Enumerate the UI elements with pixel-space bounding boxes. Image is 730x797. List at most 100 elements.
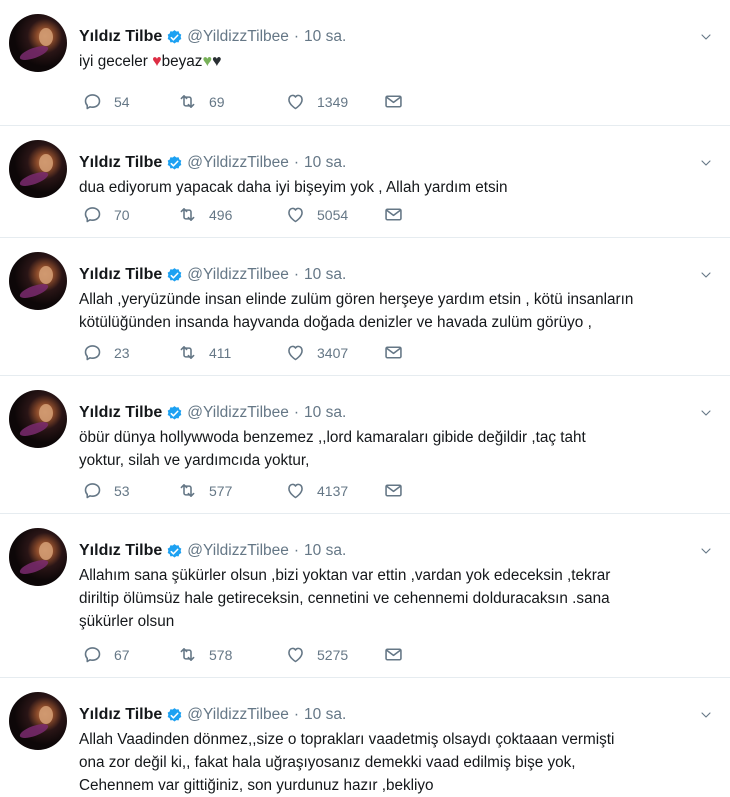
tweet-header: Yıldız Tilbe @YildizzTilbee · 10 sa. (79, 153, 346, 173)
black-heart-icon: ♥ (211, 53, 222, 70)
verified-badge-icon (166, 405, 183, 422)
tweet-text: dua ediyorum yapacak daha iyi bişeyim yo… (79, 176, 719, 199)
author-name[interactable]: Yıldız Tilbe (79, 404, 162, 422)
reply-icon (84, 647, 101, 663)
likes-count: 5054 (317, 206, 349, 223)
more-options-button[interactable] (698, 544, 714, 556)
tweet[interactable]: Yıldız Tilbe @YildizzTilbee · 10 sa. Allah V… (0, 678, 730, 795)
reply-button[interactable]: 70 (82, 204, 130, 225)
separator-dot: · (293, 706, 300, 723)
retweet-button[interactable]: 577 (177, 480, 232, 501)
direct-message-button[interactable] (383, 91, 404, 112)
tweet-text-line: Cehennem var gittiğiniz, son yurdunuz ha… (79, 777, 434, 794)
separator-dot: · (293, 404, 300, 421)
tweet-actions: 70 496 5054 (82, 204, 422, 226)
like-button[interactable]: 5275 (285, 644, 348, 665)
more-options-button[interactable] (698, 406, 714, 418)
retweet-button[interactable]: 578 (177, 644, 232, 665)
heart-icon (288, 345, 303, 361)
avatar[interactable] (9, 140, 67, 198)
timestamp[interactable]: 10 sa. (304, 706, 346, 724)
likes-count: 3407 (317, 344, 349, 361)
separator-dot: · (293, 28, 300, 45)
retweet-button[interactable]: 496 (177, 204, 232, 225)
author-handle[interactable]: @YildizzTilbee (187, 542, 289, 560)
tweet-actions: 53 577 4137 (82, 480, 422, 502)
like-button[interactable]: 3407 (285, 342, 348, 363)
like-button[interactable]: 5054 (285, 204, 348, 225)
reply-button[interactable]: 23 (82, 342, 130, 363)
reply-icon (84, 207, 101, 223)
tweet-text: iyi geceler ♥beyaz♥♥ (79, 50, 719, 73)
envelope-icon (385, 648, 402, 661)
tweet[interactable]: Yıldız Tilbe @YildizzTilbee · 10 sa. öbür dü… (0, 376, 730, 514)
tweet-text-line: iyi geceler ♥beyaz♥♥ (79, 50, 719, 73)
envelope-icon (385, 95, 402, 108)
retweet-button[interactable]: 411 (177, 342, 231, 363)
direct-message-button[interactable] (383, 204, 404, 225)
tweet-actions: 67 578 5275 (82, 644, 422, 666)
tweet-text-line: dua ediyorum yapacak daha iyi bişeyim yo… (79, 179, 508, 196)
avatar[interactable] (9, 252, 67, 310)
heart-icon (288, 647, 303, 663)
timestamp[interactable]: 10 sa. (304, 542, 346, 560)
more-options-button[interactable] (698, 156, 714, 168)
tweet[interactable]: Yıldız Tilbe @YildizzTilbee · 10 sa. dua edi… (0, 126, 730, 238)
author-handle[interactable]: @YildizzTilbee (187, 154, 289, 172)
author-name[interactable]: Yıldız Tilbe (79, 28, 162, 46)
direct-message-button[interactable] (383, 342, 404, 363)
author-handle[interactable]: @YildizzTilbee (187, 706, 289, 724)
like-button[interactable]: 4137 (285, 480, 348, 501)
envelope-icon (385, 484, 402, 497)
timestamp[interactable]: 10 sa. (304, 404, 346, 422)
more-options-button[interactable] (698, 30, 714, 42)
tweet[interactable]: Yıldız Tilbe @YildizzTilbee · 10 sa. iyi gec… (0, 0, 730, 126)
tweet-header: Yıldız Tilbe @YildizzTilbee · 10 sa. (79, 541, 346, 561)
direct-message-button[interactable] (383, 644, 404, 665)
verified-badge-icon (167, 29, 182, 44)
avatar[interactable] (9, 692, 67, 750)
retweets-count: 577 (209, 482, 233, 499)
author-name[interactable]: Yıldız Tilbe (79, 706, 162, 724)
separator-dot: · (293, 266, 300, 283)
author-name[interactable]: Yıldız Tilbe (79, 266, 162, 284)
verified-badge-icon (167, 707, 182, 722)
more-options-button[interactable] (698, 708, 714, 720)
author-handle[interactable]: @YildizzTilbee (187, 404, 289, 422)
tweet[interactable]: Yıldız Tilbe @YildizzTilbee · 10 sa. Allah ,… (0, 238, 730, 376)
reply-button[interactable]: 54 (82, 91, 130, 112)
tweet-text-line: ona zor değil ki,, fakat hala uğraşıyosa… (79, 754, 576, 771)
tweet-text-segment: beyaz (161, 53, 203, 70)
retweet-button[interactable]: 69 (177, 91, 225, 112)
verified-badge-icon (167, 543, 182, 558)
author-name[interactable]: Yıldız Tilbe (79, 154, 162, 172)
timestamp[interactable]: 10 sa. (304, 154, 346, 172)
tweet-header: Yıldız Tilbe @YildizzTilbee · 10 sa. (79, 705, 346, 725)
retweet-icon (180, 95, 195, 108)
more-options-button[interactable] (698, 268, 714, 280)
tweet-actions: 23 411 3407 (82, 342, 422, 364)
author-handle[interactable]: @YildizzTilbee (187, 28, 289, 46)
direct-message-button[interactable] (383, 480, 404, 501)
timestamp[interactable]: 10 sa. (304, 28, 346, 46)
like-button[interactable]: 1349 (285, 91, 348, 112)
author-name[interactable]: Yıldız Tilbe (79, 542, 162, 560)
retweet-icon (180, 208, 195, 221)
author-handle[interactable]: @YildizzTilbee (187, 266, 289, 284)
tweet[interactable]: Yıldız Tilbe @YildizzTilbee · 10 sa. Allahım… (0, 514, 730, 678)
timestamp[interactable]: 10 sa. (304, 266, 346, 284)
reply-button[interactable]: 53 (82, 480, 130, 501)
retweets-count: 411 (209, 344, 232, 361)
likes-count: 1349 (317, 93, 349, 110)
verified-badge-icon (166, 707, 183, 724)
envelope-icon (385, 346, 402, 359)
chevron-down-icon (701, 712, 711, 718)
reply-button[interactable]: 67 (82, 644, 130, 665)
avatar[interactable] (9, 14, 67, 72)
retweet-icon (180, 346, 195, 359)
chevron-down-icon (701, 548, 711, 554)
tweet-text-line: öbür dünya hollywwoda benzemez ,,lord ka… (79, 429, 586, 446)
avatar[interactable] (9, 528, 67, 586)
replies-count: 23 (114, 344, 130, 361)
avatar[interactable] (9, 390, 67, 448)
